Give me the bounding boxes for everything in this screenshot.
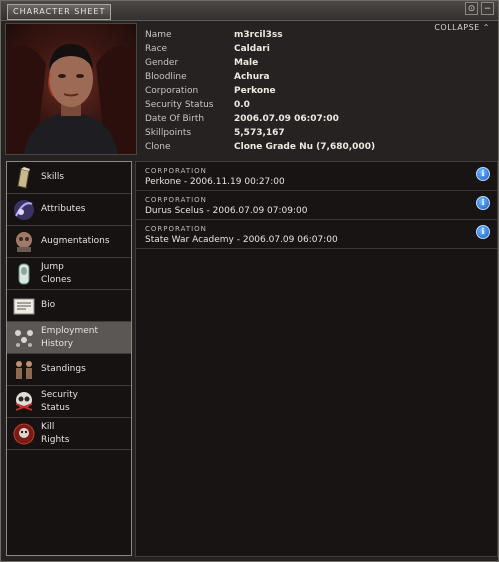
title-bar[interactable]: CHARACTER SHEET ⊙ − — [1, 1, 498, 21]
portrait-image — [6, 44, 136, 154]
race-value: Caldari — [234, 44, 270, 54]
info-label: Race — [145, 44, 168, 54]
info-row-security-status: Security Status 0.0 — [145, 98, 375, 112]
entry-header: CORPORATION — [145, 167, 207, 175]
clone-value: Clone Grade Nu (7,680,000) — [234, 142, 376, 152]
nav-item-employment-history[interactable]: Employment History — [7, 322, 131, 354]
nav-item-bio[interactable]: Bio — [7, 290, 131, 322]
security-status-value: 0.0 — [234, 100, 250, 110]
nav-label-kill-rights: Kill Rights — [41, 421, 70, 445]
info-label: Security Status — [145, 100, 214, 110]
nav-item-skills[interactable]: Skills — [7, 162, 131, 194]
nav-label-skills: Skills — [41, 172, 65, 182]
nav-item-kill-rights[interactable]: Kill Rights — [7, 418, 131, 450]
entry-text: State War Academy - 2006.07.09 06:07:00 — [145, 235, 338, 245]
info-row-race: Race Caldari — [145, 42, 375, 56]
bloodline-value: Achura — [234, 72, 270, 82]
info-row-bloodline: Bloodline Achura — [145, 70, 375, 84]
collapse-button[interactable]: COLLAPSE ⌃ — [434, 23, 490, 32]
sheet-navigation: Skills Attributes Augmentations Jump Clo… — [6, 161, 132, 556]
security-status-icon — [15, 392, 33, 411]
nav-label-security-status: Security Status — [41, 389, 78, 413]
skills-icon — [17, 167, 30, 189]
date-of-birth-value: 2006.07.09 06:07:00 — [234, 114, 339, 124]
history-entry: CORPORATION State War Academy - 2006.07.… — [136, 220, 497, 249]
info-label: Name — [145, 30, 172, 40]
info-label: Clone — [145, 142, 171, 152]
nav-item-security-status[interactable]: Security Status — [7, 386, 131, 418]
nav-label-employment-history: Employment History — [41, 325, 99, 349]
nav-label-jump-clones: Jump Clones — [41, 261, 72, 285]
bio-icon — [13, 298, 35, 315]
nav-item-attributes[interactable]: Attributes — [7, 194, 131, 226]
info-label: Bloodline — [145, 72, 187, 82]
info-label: Skillpoints — [145, 128, 192, 138]
kill-rights-icon — [13, 423, 35, 445]
info-icon[interactable]: i — [476, 225, 490, 239]
history-entry: CORPORATION Durus Scelus - 2006.07.09 07… — [136, 191, 497, 220]
character-name: m3rcil3ss — [234, 30, 283, 40]
jump-clones-icon — [18, 263, 30, 285]
nav-label-attributes: Attributes — [41, 204, 86, 214]
info-row-corporation: Corporation Perkone — [145, 84, 375, 98]
info-row-name: Name m3rcil3ss — [145, 28, 375, 42]
nav-item-jump-clones[interactable]: Jump Clones — [7, 258, 131, 290]
minimize-button[interactable]: ⊙ — [465, 2, 478, 15]
entry-header: CORPORATION — [145, 225, 207, 233]
info-label: Gender — [145, 58, 179, 68]
info-row-date-of-birth: Date Of Birth 2006.07.09 06:07:00 — [145, 112, 375, 126]
nav-label-bio: Bio — [41, 300, 56, 310]
entry-header: CORPORATION — [145, 196, 207, 204]
info-label: Date Of Birth — [145, 114, 205, 124]
entry-text: Perkone - 2006.11.19 00:27:00 — [145, 177, 285, 187]
character-sheet-window: CHARACTER SHEET ⊙ − COLLAPSE ⌃ Name m3rci… — [0, 0, 499, 562]
employment-history-icon — [15, 330, 33, 347]
augmentations-icon — [16, 232, 32, 252]
character-info: Name m3rcil3ss Race Caldari Gender Male Blo… — [145, 28, 375, 154]
info-label: Corporation — [145, 86, 199, 96]
nav-item-augmentations[interactable]: Augmentations — [7, 226, 131, 258]
info-row-clone: Clone Clone Grade Nu (7,680,000) — [145, 140, 375, 154]
chevron-up-icon: ⌃ — [482, 23, 490, 32]
collapse-label: COLLAPSE — [434, 23, 480, 32]
entry-text: Durus Scelus - 2006.07.09 07:09:00 — [145, 206, 308, 216]
attributes-icon — [14, 200, 34, 220]
character-portrait[interactable] — [5, 23, 137, 155]
employment-history-panel: CORPORATION Perkone - 2006.11.19 00:27:0… — [135, 161, 498, 557]
info-row-skillpoints: Skillpoints 5,573,167 — [145, 126, 375, 140]
nav-label-augmentations: Augmentations — [41, 236, 110, 246]
nav-label-standings: Standings — [41, 364, 86, 374]
info-icon[interactable]: i — [476, 196, 490, 210]
gender-value: Male — [234, 58, 259, 68]
skillpoints-value: 5,573,167 — [234, 128, 285, 138]
corporation-value[interactable]: Perkone — [234, 86, 276, 96]
standings-icon — [16, 361, 32, 379]
close-button[interactable]: − — [481, 2, 494, 15]
info-row-gender: Gender Male — [145, 56, 375, 70]
info-icon[interactable]: i — [476, 167, 490, 181]
window-title: CHARACTER SHEET — [7, 4, 112, 20]
history-entry: CORPORATION Perkone - 2006.11.19 00:27:0… — [136, 162, 497, 191]
nav-item-standings[interactable]: Standings — [7, 354, 131, 386]
